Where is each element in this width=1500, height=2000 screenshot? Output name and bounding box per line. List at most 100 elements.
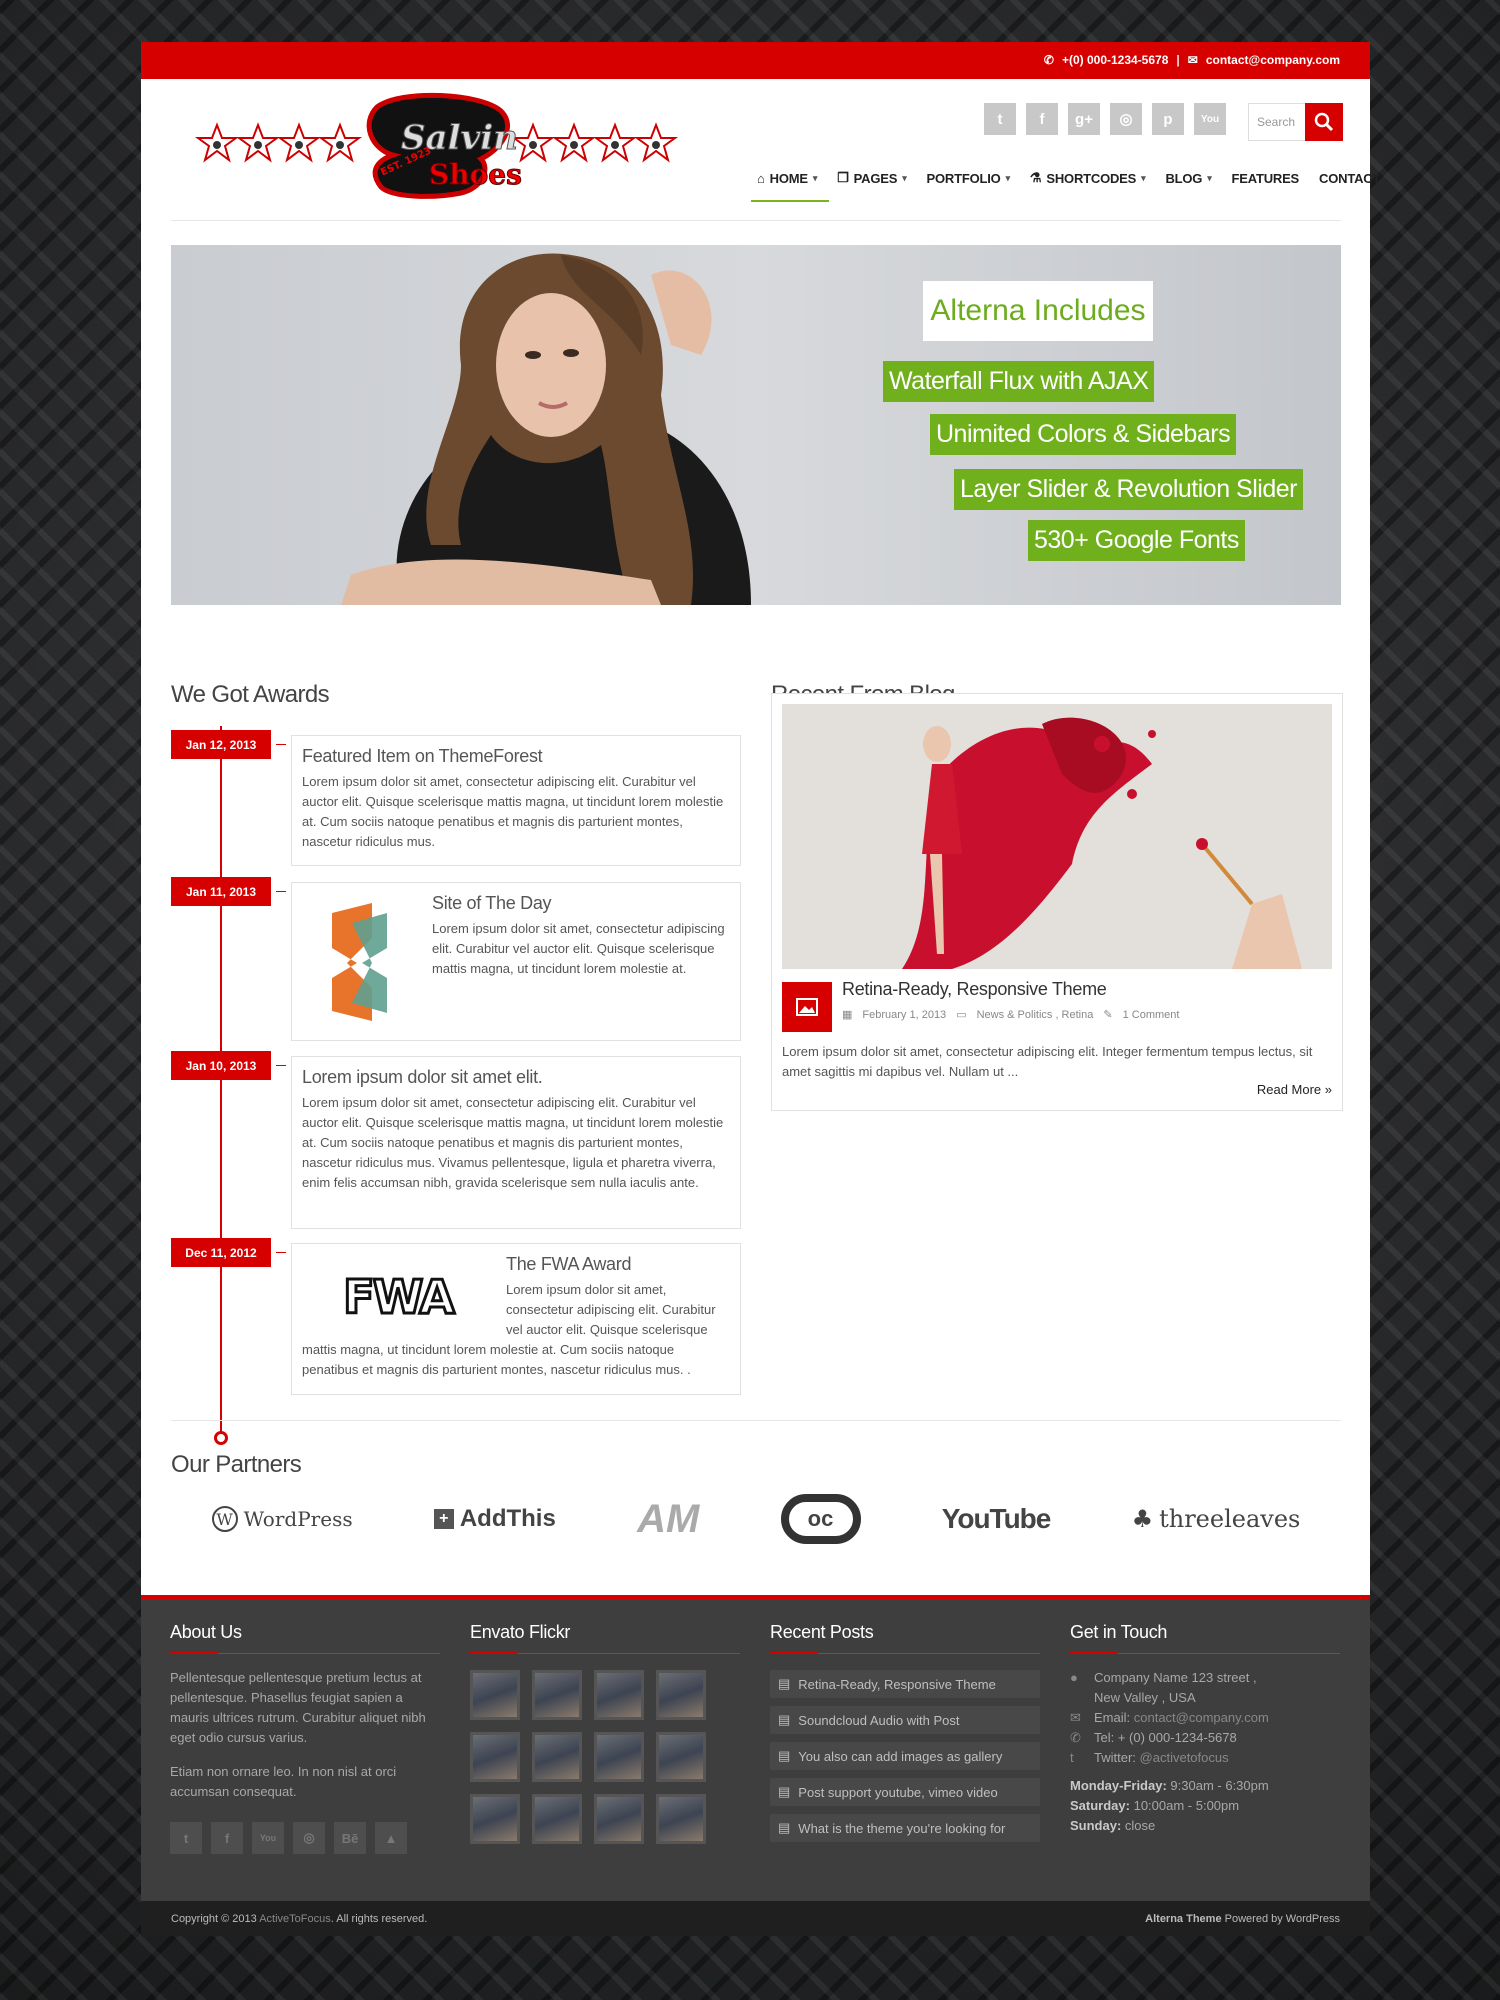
hours-day: Monday-Friday: — [1070, 1778, 1167, 1793]
twitter-icon: t — [1070, 1750, 1074, 1765]
footer-about-heading: About Us — [170, 1622, 440, 1654]
document-icon: ▤ — [778, 1748, 791, 1763]
hours-day: Sunday: — [1070, 1818, 1122, 1833]
footer-flickr: Envato Flickr — [470, 1622, 740, 1844]
partner-name: WordPress — [243, 1507, 353, 1531]
footer-about-text-2: Etiam non ornare leo. In non nisl at orc… — [170, 1764, 397, 1799]
twitter-icon[interactable]: t — [170, 1822, 202, 1854]
blog-post-image[interactable] — [782, 704, 1332, 969]
hours-time: 9:30am - 6:30pm — [1170, 1778, 1269, 1793]
blog-post-categories[interactable]: News & Politics , Retina — [977, 1009, 1094, 1021]
search-button[interactable] — [1305, 103, 1343, 141]
theme-name[interactable]: Alterna Theme — [1145, 1913, 1221, 1925]
footer-about: About Us Pellentesque pellentesque preti… — [170, 1622, 440, 1854]
timeline-date: Jan 10, 2013 — [171, 1051, 271, 1080]
flickr-thumb[interactable] — [656, 1670, 706, 1720]
header-divider — [171, 220, 1341, 221]
recent-post-item[interactable]: ▤ Soundcloud Audio with Post — [770, 1706, 1040, 1734]
site-logo[interactable]: Salvin Shoes EST. 1923 — [181, 89, 691, 204]
youtube-icon[interactable]: You — [252, 1822, 284, 1854]
copyright-company-link[interactable]: ActiveToFocus — [259, 1913, 331, 1925]
search-placeholder: Search — [1257, 115, 1296, 129]
pinterest-icon[interactable]: p — [1152, 103, 1184, 135]
behance-icon[interactable]: Bē — [334, 1822, 366, 1854]
recent-post-item[interactable]: ▤ You also can add images as gallery — [770, 1742, 1040, 1770]
facebook-icon[interactable]: f — [211, 1822, 243, 1854]
address-line-2: New Valley , USA — [1094, 1690, 1196, 1705]
blog-post-comments[interactable]: 1 Comment — [1123, 1009, 1180, 1021]
youtube-icon[interactable]: You — [1194, 103, 1226, 135]
footer-email-link[interactable]: contact@company.com — [1134, 1710, 1269, 1725]
flickr-thumb[interactable] — [532, 1732, 582, 1782]
nav-contact[interactable]: CONTACT — [1309, 163, 1390, 193]
flickr-thumb[interactable] — [656, 1794, 706, 1844]
flickr-thumb[interactable] — [594, 1794, 644, 1844]
envato-icon[interactable]: ▲ — [375, 1822, 407, 1854]
recent-post-item[interactable]: ▤ Retina-Ready, Responsive Theme — [770, 1670, 1040, 1698]
header-social: t f g+ ◎ p You — [984, 103, 1226, 135]
footer-twitter-link[interactable]: @activetofocus — [1140, 1750, 1229, 1765]
flickr-thumb[interactable] — [470, 1794, 520, 1844]
top-email-link[interactable]: contact@company.com — [1206, 53, 1340, 67]
section-divider — [171, 1420, 1341, 1421]
partner-name: threeleaves — [1159, 1505, 1301, 1533]
partner-am-logo[interactable]: AM — [637, 1497, 699, 1542]
google-plus-icon[interactable]: g+ — [1068, 103, 1100, 135]
folder-icon: ▭ — [956, 1009, 967, 1021]
nav-pages[interactable]: ❐ PAGES ▾ — [827, 163, 916, 193]
plus-icon: + — [433, 1509, 454, 1529]
flickr-thumb[interactable] — [594, 1732, 644, 1782]
twitter-icon[interactable]: t — [984, 103, 1016, 135]
nav-home[interactable]: ⌂ HOME ▾ — [747, 163, 830, 202]
partner-addthis-logo[interactable]: + AddThis — [433, 1505, 556, 1533]
partner-threeleaves-logo[interactable]: ♣ threeleaves — [1132, 1505, 1301, 1533]
phone-icon: ✆ — [1070, 1730, 1081, 1745]
flickr-thumb[interactable] — [656, 1732, 706, 1782]
facebook-icon[interactable]: f — [1026, 103, 1058, 135]
slide-line-4: 530+ Google Fonts — [1028, 520, 1245, 561]
award-logo-image — [332, 903, 387, 1021]
slide-line-3: Layer Slider & Revolution Slider — [954, 469, 1303, 510]
dribbble-icon[interactable]: ◎ — [293, 1822, 325, 1854]
flickr-thumb[interactable] — [470, 1670, 520, 1720]
flickr-thumb[interactable] — [470, 1732, 520, 1782]
dribbble-icon[interactable]: ◎ — [1110, 103, 1142, 135]
slider-model-image — [341, 253, 751, 605]
flickr-thumb[interactable] — [594, 1670, 644, 1720]
partner-name: AddThis — [459, 1505, 556, 1532]
flickr-thumb[interactable] — [532, 1794, 582, 1844]
address-line-1: Company Name 123 street , — [1094, 1670, 1257, 1685]
partner-youtube-logo[interactable]: YouTube — [942, 1503, 1052, 1535]
timeline-date: Dec 11, 2012 — [171, 1238, 271, 1267]
flickr-thumb[interactable] — [532, 1670, 582, 1720]
timeline-end-marker — [214, 1431, 228, 1445]
recent-post-item[interactable]: ▤ Post support youtube, vimeo video — [770, 1778, 1040, 1806]
partner-oc-logo[interactable]: oc — [780, 1494, 861, 1544]
blog-post-title[interactable]: Retina-Ready, Responsive Theme — [842, 979, 1107, 1000]
map-marker-icon: ● — [1070, 1670, 1078, 1685]
site-footer: About Us Pellentesque pellentesque preti… — [141, 1595, 1370, 1901]
nav-features[interactable]: FEATURES — [1222, 163, 1310, 193]
nav-features-label: FEATURES — [1231, 170, 1300, 186]
hours-time: 10:00am - 5:00pm — [1133, 1798, 1240, 1813]
recent-post-title: Retina-Ready, Responsive Theme — [798, 1676, 996, 1692]
blog-post-date: February 1, 2013 — [862, 1008, 947, 1021]
read-more-link[interactable]: Read More » — [1257, 1082, 1332, 1097]
hours-day: Saturday: — [1070, 1798, 1130, 1813]
copyright-prefix: Copyright © 2013 — [171, 1912, 257, 1925]
recent-post-item[interactable]: ▤ What is the theme you're looking for — [770, 1814, 1040, 1842]
powered-by: Alterna Theme Powered by WordPress — [1145, 1913, 1340, 1925]
wordpress-icon: W — [211, 1506, 238, 1532]
powered-by-text[interactable]: Powered by WordPress — [1225, 1913, 1340, 1925]
nav-blog[interactable]: BLOG ▾ — [1155, 163, 1221, 193]
top-bar: ✆ +(0) 000-1234-5678 | ✉ contact@company… — [141, 42, 1370, 79]
nav-portfolio-label: PORTFOLIO — [926, 170, 1001, 186]
footer-touch-heading: Get in Touch — [1070, 1622, 1340, 1654]
hero-slider[interactable]: Alterna Includes Waterfall Flux with AJA… — [171, 245, 1341, 605]
slide-line-2: Unimited Colors & Sidebars — [930, 414, 1237, 455]
nav-shortcodes[interactable]: ⚗ SHORTCODES ▾ — [1020, 163, 1156, 193]
timeline-tick — [276, 1065, 286, 1066]
partner-wordpress-logo[interactable]: W WordPress — [211, 1506, 353, 1532]
nav-portfolio[interactable]: PORTFOLIO ▾ — [917, 163, 1020, 193]
timeline-date: Jan 12, 2013 — [171, 730, 271, 759]
